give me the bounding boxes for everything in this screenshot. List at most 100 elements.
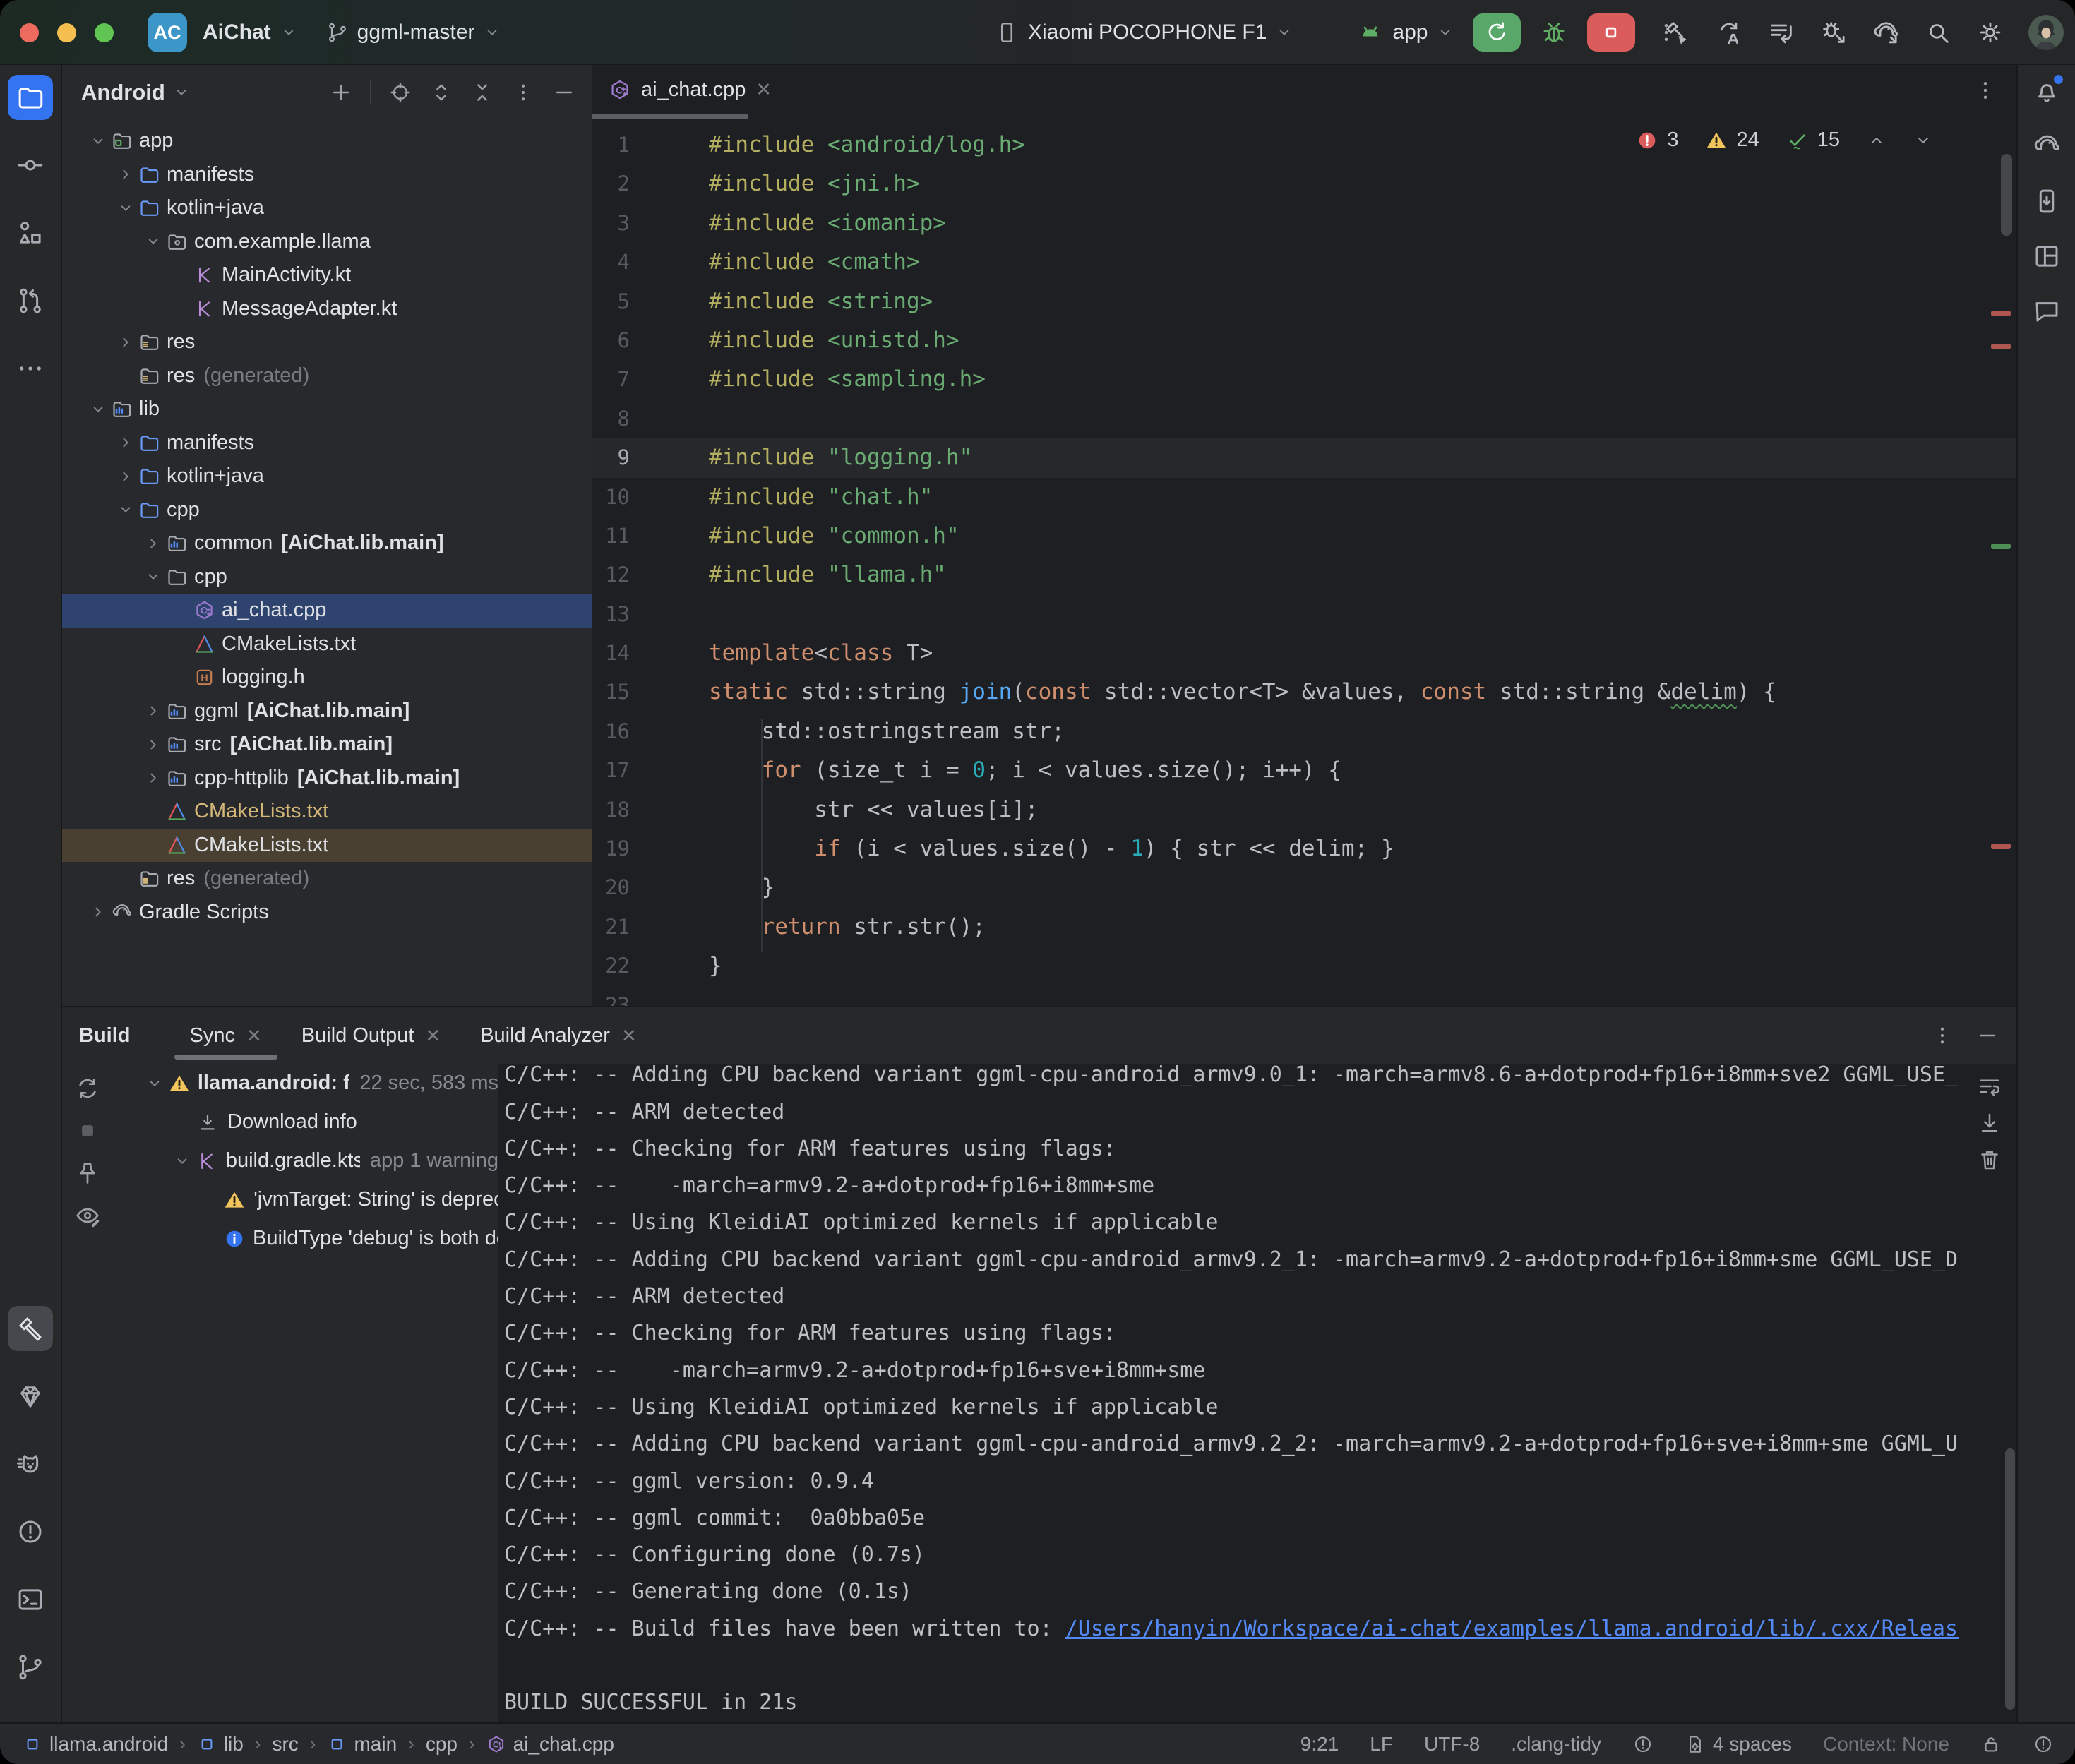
locate-file-icon[interactable] [388,80,412,104]
close-tab-icon[interactable]: ✕ [425,1025,441,1047]
error-stripe-mark[interactable] [1991,844,2011,849]
chevron-closed[interactable] [116,467,135,486]
tool-window-button-pull-requests-icon[interactable] [8,278,53,323]
filter-view-icon[interactable] [74,1202,101,1229]
line-ending[interactable]: LF [1370,1733,1393,1756]
tree-item-res[interactable]: res (generated) [62,862,592,896]
tool-window-button-gemini-icon[interactable] [8,1374,53,1419]
tool-window-button-commit-icon[interactable] [8,143,53,188]
tree-item-kotlin-java[interactable]: kotlin+java [62,191,592,225]
formatter-icon[interactable] [1632,1734,1654,1755]
inspections-widget[interactable]: 3 24 15 [1636,128,1933,152]
breadcrumb-item-main[interactable]: main [327,1733,397,1756]
chevron-closed[interactable] [144,702,162,720]
tree-item-cpp-httplib[interactable]: cpp-httplib [AiChat.lib.main] [62,762,592,796]
tree-item-kotlin-java[interactable]: kotlin+java [62,460,592,493]
code-editor[interactable]: 1#include <android/log.h>2#include <jni.… [592,119,2016,1006]
close-tab-icon[interactable]: ✕ [621,1025,637,1047]
window-controls[interactable] [20,23,114,42]
indent-setting[interactable]: 4 spaces [1685,1733,1792,1756]
tree-item-res[interactable]: res [62,325,592,359]
tree-item-app[interactable]: app [62,124,592,158]
tree-item-manifests[interactable]: manifests [62,158,592,192]
previous-problem-chevron-icon[interactable] [1867,131,1886,150]
chevron-closed[interactable] [89,903,107,921]
project-view-selector[interactable]: Android [81,80,165,105]
lock-open-icon[interactable] [1980,1734,2002,1755]
build-tree-item[interactable]: BuildType 'debug' is both de [113,1219,498,1258]
expand-all-icon[interactable] [429,80,453,104]
tree-item-common[interactable]: common [AiChat.lib.main] [62,527,592,560]
tree-item-cmakelists-txt[interactable]: CMakeLists.txt [62,829,592,863]
tree-item-gradle-scripts[interactable]: Gradle Scripts [62,896,592,930]
chevron-closed[interactable] [116,165,135,184]
rerun-button[interactable] [1473,13,1521,52]
chevron-closed[interactable] [116,433,135,452]
tree-item-mainactivity-kt[interactable]: MainActivity.kt [62,258,592,292]
chevron-closed[interactable] [144,736,162,754]
build-console[interactable]: C/C++: -- Using KleidiAI optimized kerne… [498,1064,2016,1724]
file-encoding[interactable]: UTF-8 [1424,1733,1480,1756]
editor-pane[interactable]: C ai_chat.cpp ✕ 1#include <android/log.h… [592,65,2016,1006]
tree-item-ai-chat-cpp[interactable]: C ai_chat.cpp [62,594,592,628]
close-tab-icon[interactable]: ✕ [246,1025,262,1047]
breadcrumb-item-src[interactable]: src [272,1733,298,1756]
tree-item-cmakelists-txt[interactable]: CMakeLists.txt [62,795,592,829]
build-tree-item[interactable]: 'jvmTarget: String' is deprec [113,1180,498,1219]
context-indicator[interactable]: Context: None [1823,1733,1949,1756]
code-style-config[interactable]: .clang-tidy [1511,1733,1601,1756]
collapse-all-icon[interactable] [470,80,494,104]
gradle-sync-icon[interactable] [1872,18,1900,47]
rerun-sync-icon[interactable] [74,1075,101,1102]
tree-item-cpp[interactable]: cpp [62,493,592,527]
next-problem-chevron-icon[interactable] [1913,131,1933,150]
tree-item-cpp[interactable]: cpp [62,560,592,594]
breadcrumb-item-cpp[interactable]: cpp [426,1733,458,1756]
tree-item-lib[interactable]: lib [62,392,592,426]
chevron-open[interactable] [144,232,162,251]
run-configuration-selector[interactable]: app [1357,19,1454,46]
tree-item-src[interactable]: src [AiChat.lib.main] [62,728,592,762]
tool-window-button-structure-icon[interactable] [8,210,53,256]
build-tab-build-analyzer[interactable]: Build Analyzer✕ [460,1007,657,1064]
device-explorer-icon[interactable] [2032,186,2062,216]
breadcrumb-item-llama-android[interactable]: llama.android [23,1733,168,1756]
chevron-closed[interactable] [144,769,162,787]
attach-debugger-icon[interactable] [1819,18,1848,47]
editor-tab-ai-chat-cpp[interactable]: C ai_chat.cpp ✕ [597,65,790,114]
build-tab-sync[interactable]: Sync✕ [170,1007,282,1064]
tool-window-button-more-tool-windows-icon[interactable] [8,346,53,391]
problems-status-icon[interactable] [2033,1734,2054,1755]
tool-window-button-terminal-icon[interactable] [8,1577,53,1622]
scroll-to-end-icon[interactable] [1977,1110,2002,1136]
build-tab-build-output[interactable]: Build Output✕ [282,1007,460,1064]
build-tree-item[interactable]: build.gradle.kts app 1 warning [113,1141,498,1180]
stop-button[interactable] [1587,13,1635,52]
tool-window-button-version-control-icon[interactable] [8,1645,53,1690]
tree-item-messageadapter-kt[interactable]: MessageAdapter.kt [62,292,592,326]
hide-panel-icon[interactable] [552,80,576,104]
tool-window-button-problems-icon[interactable] [8,1509,53,1554]
search-everywhere-icon[interactable] [1924,18,1952,47]
hide-build-panel-icon[interactable] [1975,1024,1999,1048]
clear-all-icon[interactable] [1977,1147,2002,1172]
breadcrumb-item-lib[interactable]: lib [197,1733,244,1756]
tree-item-com-example-llama[interactable]: com.example.llama [62,225,592,259]
error-stripe-mark[interactable] [1991,344,2011,349]
tree-item-ggml[interactable]: ggml [AiChat.lib.main] [62,695,592,728]
tool-window-button-project-folder-icon[interactable] [8,75,53,120]
debug-button[interactable] [1539,18,1569,47]
settings-gear-icon[interactable] [1976,18,2004,47]
close-tab-icon[interactable]: ✕ [755,79,772,101]
change-stripe-mark[interactable] [1991,544,2011,549]
tree-item-cmakelists-txt[interactable]: CMakeLists.txt [62,628,592,661]
branch-selector[interactable]: ggml-master [326,20,502,44]
caret-position[interactable]: 9:21 [1300,1733,1339,1756]
console-scrollbar-thumb[interactable] [2005,1448,2015,1710]
apply-changes-icon[interactable] [1715,18,1743,47]
options-kebab-icon[interactable] [511,80,535,104]
minimize-window-button[interactable] [57,23,76,42]
error-stripe-mark[interactable] [1991,311,2011,316]
device-selector[interactable]: Xiaomi POCOPHONE F1 [994,20,1293,45]
layout-inspector-icon[interactable] [2032,241,2062,271]
